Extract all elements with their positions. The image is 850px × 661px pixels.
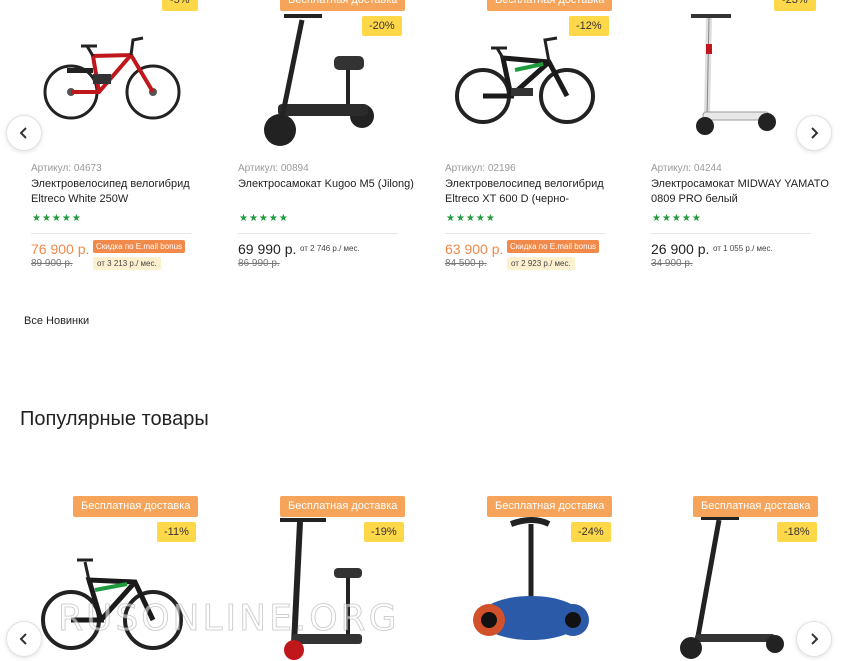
chevron-left-icon [19, 633, 27, 645]
product-name[interactable]: Электровелосипед велогибрид Eltreco XT 6… [445, 177, 625, 207]
carousel-prev-button[interactable] [6, 115, 42, 151]
monthly-payment: от 2 746 р./ мес. [300, 244, 360, 253]
rating-stars: ★★★★★ [446, 213, 496, 224]
monthly-payment: от 2 923 р./ мес. [507, 257, 575, 270]
rating-stars: ★★★★★ [239, 213, 289, 224]
section-title: Популярные товары [20, 408, 209, 430]
old-price: 89 900 р. [31, 258, 73, 269]
monthly-payment: от 3 213 р./ мес. [93, 257, 161, 270]
product-name[interactable]: Электросамокат MIDWAY YAMATO 0809 PRO бе… [651, 177, 831, 207]
chevron-left-icon [19, 127, 27, 139]
discount-badge: -5% [162, 0, 198, 11]
old-price: 34 900 р. [651, 258, 693, 269]
old-price: 84 500 р. [445, 258, 487, 269]
sku: Артикул: 04244 [651, 163, 722, 174]
discount-badge: -11% [157, 522, 196, 542]
popular-products-carousel: Бесплатная доставка -11% Бесплатная дост… [0, 480, 850, 661]
product-name[interactable]: Электровелосипед велогибрид Eltreco Whit… [31, 177, 211, 207]
free-delivery-badge: Бесплатная доставка [487, 496, 613, 517]
email-bonus-badge: Скидка по E.mail bonus [507, 240, 600, 253]
price: 63 900 р. [445, 241, 504, 257]
price: 69 990 р. [238, 241, 297, 257]
carousel-prev-button[interactable] [6, 621, 42, 657]
discount-badge: -23% [774, 0, 816, 11]
chevron-right-icon [811, 633, 819, 645]
discount-badge: -19% [364, 522, 404, 542]
monthly-payment: от 1 055 р./ мес. [713, 244, 773, 253]
rating-stars: ★★★★★ [32, 213, 82, 224]
price: 26 900 р. [651, 241, 710, 257]
product-image[interactable] [31, 0, 211, 150]
free-delivery-badge: Бесплатная доставка [280, 0, 406, 11]
old-price: 86 990 р. [238, 258, 280, 269]
discount-badge: -20% [362, 16, 402, 36]
all-new-link[interactable]: Все Новинки [24, 315, 89, 327]
divider [238, 233, 398, 234]
chevron-right-icon [811, 127, 819, 139]
divider [651, 233, 811, 234]
divider [31, 233, 191, 234]
discount-badge: -12% [569, 16, 609, 36]
divider [445, 233, 605, 234]
product-name[interactable]: Электросамокат Kugoo M5 (Jilong) [238, 177, 418, 207]
free-delivery-badge: Бесплатная доставка [487, 0, 613, 11]
discount-badge: -24% [571, 522, 611, 542]
new-products-carousel: -5% Артикул: 04673 Электровелосипед вело… [0, 0, 850, 300]
sku: Артикул: 04673 [31, 163, 102, 174]
carousel-next-button[interactable] [796, 621, 832, 657]
sku: Артикул: 02196 [445, 163, 516, 174]
rating-stars: ★★★★★ [652, 213, 702, 224]
ebike-image [43, 36, 181, 120]
free-delivery-badge: Бесплатная доставка [693, 496, 819, 517]
price: 76 900 р. [31, 241, 90, 257]
carousel-next-button[interactable] [796, 115, 832, 151]
free-delivery-badge: Бесплатная доставка [73, 496, 199, 517]
sku: Артикул: 00894 [238, 163, 309, 174]
discount-badge: -18% [777, 522, 817, 542]
free-delivery-badge: Бесплатная доставка [280, 496, 406, 517]
email-bonus-badge: Скидка по E.mail bonus [93, 240, 186, 253]
